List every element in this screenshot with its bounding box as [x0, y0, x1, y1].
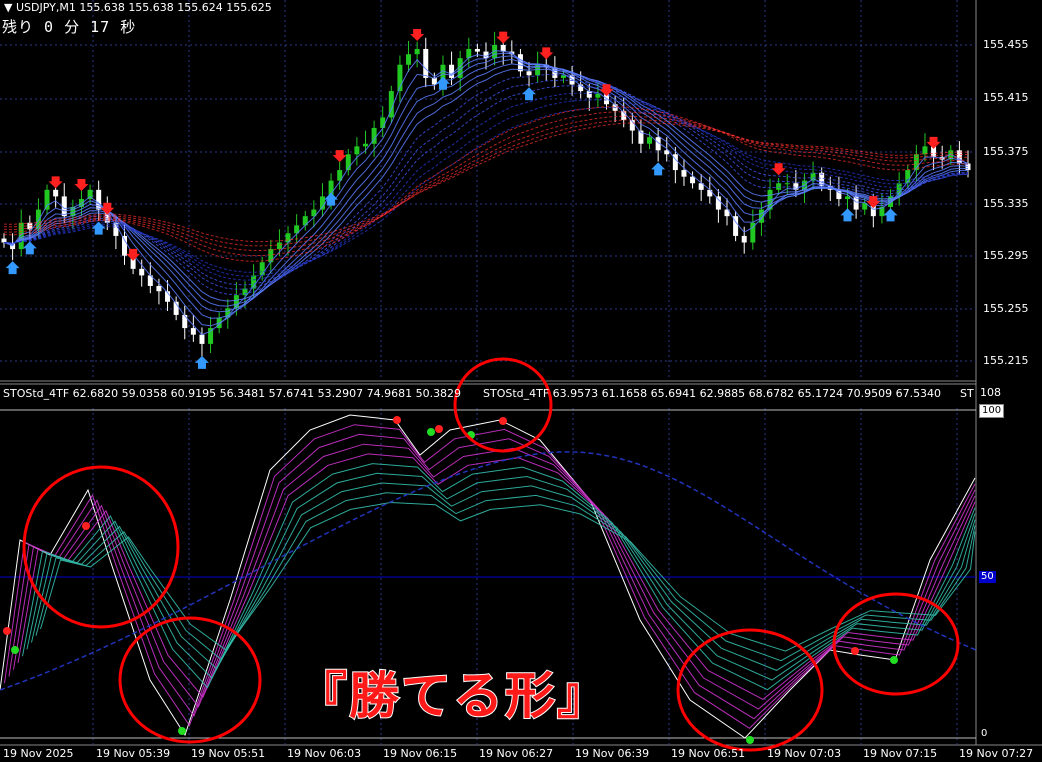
candle-body — [276, 242, 282, 250]
candle-body — [190, 328, 196, 335]
up-arrow-icon — [22, 241, 37, 255]
price-axis-label: 155.415 — [983, 91, 1029, 104]
candle-body — [784, 183, 790, 185]
signal-dot — [890, 656, 898, 664]
indicator-header-right: STOStd_4TF 63.9573 61.1658 65.6941 62.98… — [483, 387, 942, 400]
overlay-caption: 『勝てる形』 — [296, 666, 609, 726]
signal-dot — [178, 727, 186, 735]
signal-dot — [393, 416, 401, 424]
candle-body — [449, 64, 455, 78]
time-axis-label: 19 Nov 05:51 — [191, 747, 266, 760]
down-arrow-icon — [926, 136, 941, 149]
candle-body — [156, 285, 162, 292]
down-arrow-icon — [539, 47, 554, 60]
annotation-circle — [22, 465, 180, 629]
candle-body — [560, 75, 566, 78]
up-arrow-icon — [840, 208, 855, 222]
ma-ribbon-line — [3, 106, 969, 273]
down-arrow-icon — [126, 248, 141, 261]
candle-body — [44, 189, 50, 210]
time-axis-label: 19 Nov 06:15 — [383, 747, 458, 760]
time-axis-label: 19 Nov 06:03 — [287, 747, 362, 760]
time-axis-label: 19 Nov 07:15 — [863, 747, 938, 760]
up-arrow-icon — [651, 162, 666, 176]
time-axis-label: 19 Nov 06:51 — [671, 747, 746, 760]
candle-body — [122, 235, 127, 256]
signal-dot — [499, 417, 507, 425]
time-axis-label: 19 Nov 05:39 — [96, 747, 171, 760]
signal-dot — [82, 522, 90, 530]
candle-body — [474, 48, 480, 52]
candle-body — [414, 48, 420, 55]
candle-body — [182, 314, 188, 329]
candle-body — [406, 54, 412, 65]
down-arrow-icon — [74, 179, 89, 192]
indicator-level-100: 100 — [979, 404, 1005, 418]
annotation-circle — [453, 357, 553, 453]
candle-body — [741, 235, 747, 243]
signal-dot — [851, 647, 859, 655]
candle-body — [707, 189, 713, 197]
down-arrow-icon — [771, 163, 786, 176]
candle-body — [139, 268, 145, 276]
candle-body — [715, 196, 721, 210]
up-arrow-icon — [883, 208, 898, 222]
dropdown-triangle-icon[interactable]: ▼ — [4, 1, 12, 14]
stochastic-signal-line — [0, 451, 977, 691]
time-axis-label: 19 Nov 2025 — [3, 747, 74, 760]
candle-body — [380, 117, 386, 128]
candle-countdown: 残り 0 分 17 秒 — [2, 18, 137, 36]
price-axis-label: 155.335 — [983, 197, 1029, 210]
down-arrow-icon — [332, 150, 347, 163]
signal-dot — [435, 425, 443, 433]
candle-body — [922, 146, 928, 155]
candle-body — [845, 196, 850, 200]
candle-body — [423, 48, 429, 78]
up-arrow-icon — [5, 261, 20, 275]
candle-body — [681, 170, 687, 177]
ma-ribbon-line — [3, 50, 969, 336]
candle-body — [199, 334, 205, 344]
price-axis-label: 155.295 — [983, 249, 1029, 262]
price-axis-label: 155.375 — [983, 145, 1029, 158]
candle-body — [354, 146, 360, 155]
down-arrow-icon — [100, 202, 115, 215]
time-axis-label: 19 Nov 06:39 — [575, 747, 650, 760]
indicator-level-0: 0 — [981, 728, 988, 739]
signal-dot — [3, 627, 11, 635]
up-arrow-icon — [435, 76, 450, 90]
up-arrow-icon — [194, 355, 209, 369]
indicator-header-left: STOStd_4TF 62.6820 59.0358 60.9195 56.34… — [3, 387, 462, 400]
indicator-scale-max: 108 — [980, 386, 1001, 399]
up-arrow-icon — [522, 87, 537, 101]
candle-body — [647, 137, 653, 144]
chart-canvas[interactable] — [0, 0, 1042, 762]
indicator-header-tail: ST — [960, 387, 974, 400]
price-axis-label: 155.255 — [983, 302, 1029, 315]
down-arrow-icon — [410, 28, 425, 41]
down-arrow-icon — [496, 31, 511, 44]
signal-dot — [746, 736, 754, 744]
indicator-level-50: 50 — [979, 571, 996, 583]
candle-body — [776, 183, 782, 190]
price-axis-label: 155.215 — [983, 354, 1029, 367]
candle-body — [363, 143, 368, 147]
price-axis-label: 155.455 — [983, 38, 1029, 51]
candle-body — [1, 238, 7, 243]
time-axis-label: 19 Nov 07:27 — [959, 747, 1034, 760]
symbol-header: ▼ USDJPY,M1 155.638 155.638 155.624 155.… — [4, 1, 272, 14]
signal-dot — [11, 646, 19, 654]
symbol-label: USDJPY,M1 — [15, 1, 76, 14]
candle-body — [526, 71, 532, 76]
time-axis-label: 19 Nov 07:03 — [767, 747, 842, 760]
time-axis-label: 19 Nov 06:27 — [479, 747, 554, 760]
ohlc-values: 155.638 155.638 155.624 155.625 — [79, 1, 272, 14]
down-arrow-icon — [48, 176, 63, 189]
signal-dot — [427, 428, 435, 436]
candle-body — [53, 189, 59, 197]
